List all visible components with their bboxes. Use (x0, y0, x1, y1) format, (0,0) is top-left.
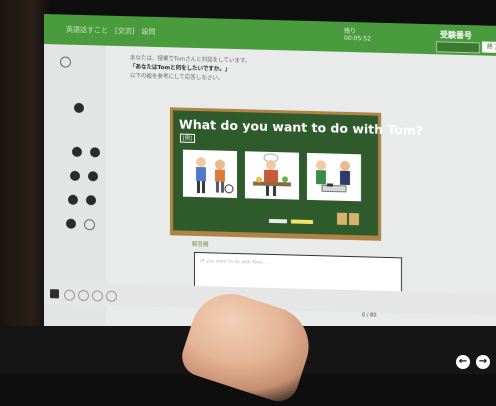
question-nav-6[interactable] (68, 194, 78, 205)
settings-icon[interactable] (60, 56, 71, 68)
timer: 残り 00:05:52 (344, 28, 371, 43)
question-nav-4[interactable] (70, 170, 80, 181)
tool-icon-3[interactable] (78, 289, 89, 302)
prev-arrow-button[interactable]: ← (456, 355, 470, 369)
picture-cooking (245, 151, 299, 200)
tool-icon-2[interactable] (64, 289, 75, 301)
top-bar: 英語話すこと [交流] 設問 残り 00:05:52 受験番号 終了 (44, 14, 496, 56)
pen-icon[interactable] (50, 289, 59, 299)
eraser-1 (337, 212, 347, 225)
exam-number-label: 受験番号 (440, 30, 472, 41)
answer-label: 解答欄 (192, 241, 209, 249)
timer-value: 00:05:52 (344, 34, 371, 43)
question-content: あなたは、授業でTomさんと対話をしています。 「あなたはTomと何をしたいです… (130, 54, 496, 318)
instruction-question: 「あなたはTomと何をしたいですか。」 (130, 64, 231, 73)
answer-placeholder: (If you want to do with Tom) ... (200, 259, 269, 266)
character-count: 0 / 80 (362, 312, 377, 319)
example-tag: [例] (180, 133, 195, 143)
section-breadcrumb: 英語話すこと [交流] 設問 (66, 25, 156, 36)
picture-games (307, 152, 361, 202)
question-nav-1[interactable] (74, 102, 84, 114)
question-nav-8[interactable] (66, 218, 76, 229)
instructions: あなたは、授業でTomさんと対話をしています。 「あなたはTomと何をしたいです… (130, 54, 496, 91)
question-nav-5[interactable] (88, 171, 98, 182)
question-nav-current[interactable] (84, 219, 95, 231)
question-nav-3[interactable] (90, 147, 100, 158)
white-chalk (269, 218, 287, 224)
yellow-chalk (291, 219, 313, 225)
close-icon[interactable] (106, 290, 117, 302)
chalkboard-image: What do you want to do with Tom? [例] (170, 107, 423, 241)
picture-sports (183, 149, 237, 199)
question-nav-7[interactable] (86, 195, 96, 206)
exam-number-field (436, 41, 480, 54)
eraser-2 (349, 212, 359, 226)
end-button[interactable]: 終了 (482, 41, 496, 54)
pencil-icon[interactable] (92, 290, 103, 302)
question-nav-2[interactable] (72, 146, 82, 157)
next-arrow-button[interactable]: → (476, 355, 490, 369)
board-question: What do you want to do with Tom? (179, 116, 424, 138)
